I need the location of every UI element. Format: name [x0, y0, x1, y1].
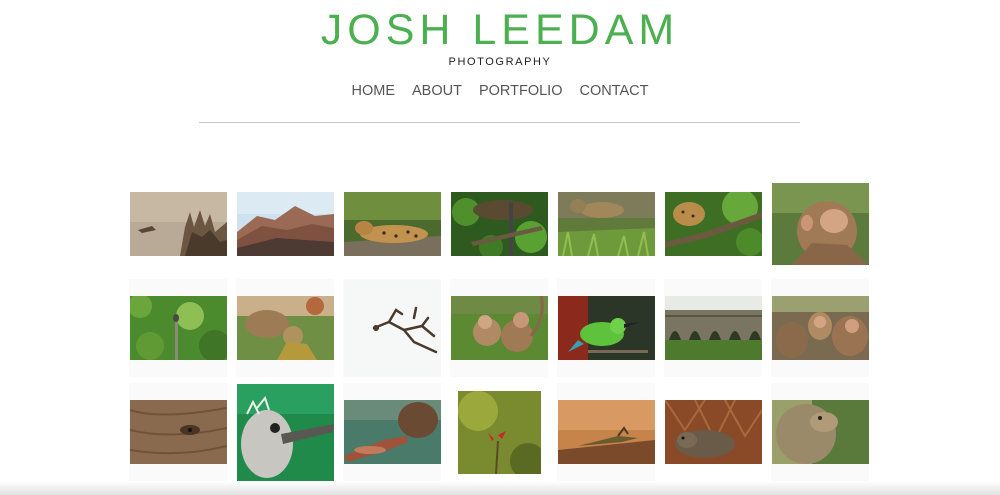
- monkey-group-photo: [771, 296, 869, 360]
- leopard-on-branch-photo: [664, 192, 762, 256]
- gallery-thumb[interactable]: [343, 383, 441, 481]
- monkey-looking-up-photo: [771, 183, 869, 265]
- gallery-thumb[interactable]: [343, 175, 441, 273]
- gallery-thumb[interactable]: [664, 383, 762, 481]
- monitor-lizard-photo: [664, 400, 762, 464]
- gallery-thumb[interactable]: [129, 383, 227, 481]
- bottom-fade: [0, 481, 1000, 495]
- bird-chick-photo: [236, 383, 334, 481]
- monkey-profile-photo: [771, 400, 869, 464]
- gallery-thumb[interactable]: [450, 279, 548, 377]
- gallery-thumb[interactable]: [236, 279, 334, 377]
- stone-bridge-photo: [664, 296, 762, 360]
- gallery-thumb[interactable]: [450, 383, 548, 481]
- gallery-thumb[interactable]: [236, 383, 334, 481]
- lizard-on-soil-photo: [557, 400, 655, 464]
- elephant-eye-photo: [129, 400, 227, 464]
- gallery-thumb[interactable]: [450, 175, 548, 273]
- leopard-on-rock-photo: [343, 192, 441, 256]
- gallery-thumb[interactable]: [557, 279, 655, 377]
- bird-in-foliage-photo: [129, 296, 227, 360]
- leopard-in-grass-photo: [557, 192, 655, 256]
- gallery-thumb[interactable]: [236, 175, 334, 273]
- gallery-thumb[interactable]: [771, 175, 869, 273]
- gallery-thumb[interactable]: [557, 175, 655, 273]
- volcanic-hills-photo: [236, 192, 334, 256]
- gallery-thumb[interactable]: [664, 279, 762, 377]
- turtle-in-water-photo: [343, 400, 441, 464]
- bare-branch-photo: [343, 279, 441, 377]
- gallery-thumb[interactable]: [129, 279, 227, 377]
- gallery-thumb[interactable]: [557, 383, 655, 481]
- green-bee-eater-photo: [557, 296, 655, 360]
- monkeys-on-grass-photo: [450, 296, 548, 360]
- leopard-in-tree-canopy-photo: [450, 192, 548, 256]
- driftwood-on-sand-photo: [129, 192, 227, 256]
- gallery-thumb[interactable]: [771, 383, 869, 481]
- red-flower-photo: [457, 390, 541, 474]
- photo-gallery: [0, 0, 1000, 495]
- gallery-thumb[interactable]: [129, 175, 227, 273]
- monkey-eating-photo: [236, 296, 334, 360]
- gallery-thumb[interactable]: [343, 279, 441, 377]
- gallery-thumb[interactable]: [771, 279, 869, 377]
- gallery-thumb[interactable]: [664, 175, 762, 273]
